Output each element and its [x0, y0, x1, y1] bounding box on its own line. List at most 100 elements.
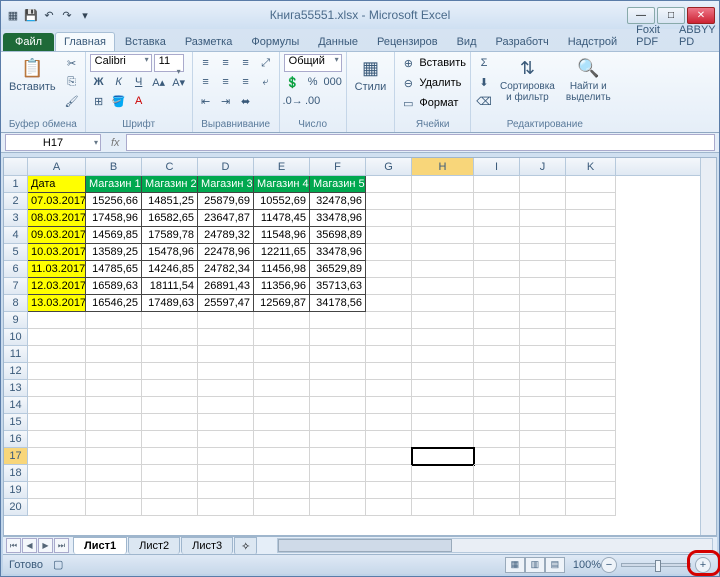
cell-C3[interactable]: 16582,65	[142, 210, 198, 227]
cell-I20[interactable]	[474, 499, 520, 516]
cell-B12[interactable]	[86, 363, 142, 380]
cell-G10[interactable]	[366, 329, 412, 346]
cell-F15[interactable]	[310, 414, 366, 431]
cell-E9[interactable]	[254, 312, 310, 329]
cell-C10[interactable]	[142, 329, 198, 346]
cell-G15[interactable]	[366, 414, 412, 431]
cell-J9[interactable]	[520, 312, 566, 329]
cell-F9[interactable]	[310, 312, 366, 329]
fill-icon[interactable]: ⬇	[475, 73, 493, 91]
cell-F2[interactable]: 32478,96	[310, 193, 366, 210]
format-painter-icon[interactable]: 🖌	[63, 92, 81, 110]
cell-B10[interactable]	[86, 329, 142, 346]
row-header[interactable]: 17	[4, 448, 28, 465]
cell-J4[interactable]	[520, 227, 566, 244]
tab-formulas[interactable]: Формулы	[242, 32, 308, 51]
cell-F5[interactable]: 33478,96	[310, 244, 366, 261]
cell-F16[interactable]	[310, 431, 366, 448]
cell-F13[interactable]	[310, 380, 366, 397]
cell-J19[interactable]	[520, 482, 566, 499]
cell-C5[interactable]: 15478,96	[142, 244, 198, 261]
align-mid-icon[interactable]: ≡	[217, 54, 235, 72]
cell-H2[interactable]	[412, 193, 474, 210]
cell-J16[interactable]	[520, 431, 566, 448]
cell-C20[interactable]	[142, 499, 198, 516]
cell-H13[interactable]	[412, 380, 474, 397]
sheet-tab-2[interactable]: Лист2	[128, 537, 180, 554]
cell-C13[interactable]	[142, 380, 198, 397]
col-header-J[interactable]: J	[520, 158, 566, 175]
cell-K12[interactable]	[566, 363, 616, 380]
cell-D14[interactable]	[198, 397, 254, 414]
tab-data[interactable]: Данные	[309, 32, 367, 51]
cell-I2[interactable]	[474, 193, 520, 210]
cell-K9[interactable]	[566, 312, 616, 329]
cell-H3[interactable]	[412, 210, 474, 227]
sort-filter-button[interactable]: ⇅ Сортировка и фильтр	[496, 54, 559, 105]
cell-A3[interactable]: 08.03.2017	[28, 210, 86, 227]
sheet-nav-next[interactable]: ▶	[38, 538, 53, 553]
cell-A11[interactable]	[28, 346, 86, 363]
cell-B3[interactable]: 17458,96	[86, 210, 142, 227]
cell-J5[interactable]	[520, 244, 566, 261]
row-header[interactable]: 19	[4, 482, 28, 499]
find-select-button[interactable]: 🔍 Найти и выделить	[562, 54, 615, 105]
cell-B8[interactable]: 16546,25	[86, 295, 142, 312]
indent-dec-icon[interactable]: ⇤	[197, 92, 215, 110]
cell-B19[interactable]	[86, 482, 142, 499]
row-header[interactable]: 11	[4, 346, 28, 363]
cell-C8[interactable]: 17489,63	[142, 295, 198, 312]
row-header[interactable]: 6	[4, 261, 28, 278]
cell-G7[interactable]	[366, 278, 412, 295]
row-header[interactable]: 9	[4, 312, 28, 329]
cell-A18[interactable]	[28, 465, 86, 482]
cell-G16[interactable]	[366, 431, 412, 448]
cell-C19[interactable]	[142, 482, 198, 499]
grid-body[interactable]: 1ДатаМагазин 1Магазин 2Магазин 3Магазин …	[4, 176, 716, 535]
sheet-tab-1[interactable]: Лист1	[73, 537, 127, 554]
cell-G5[interactable]	[366, 244, 412, 261]
tab-home[interactable]: Главная	[55, 32, 115, 51]
styles-button[interactable]: ▦ Стили	[351, 54, 391, 95]
cell-D5[interactable]: 22478,96	[198, 244, 254, 261]
cell-D2[interactable]: 25879,69	[198, 193, 254, 210]
cell-D12[interactable]	[198, 363, 254, 380]
cell-B9[interactable]	[86, 312, 142, 329]
cell-E18[interactable]	[254, 465, 310, 482]
cell-H6[interactable]	[412, 261, 474, 278]
cell-D13[interactable]	[198, 380, 254, 397]
col-header-G[interactable]: G	[366, 158, 412, 175]
cell-J20[interactable]	[520, 499, 566, 516]
cell-I16[interactable]	[474, 431, 520, 448]
cell-K20[interactable]	[566, 499, 616, 516]
cell-J3[interactable]	[520, 210, 566, 227]
cell-F8[interactable]: 34178,56	[310, 295, 366, 312]
align-top-icon[interactable]: ≡	[197, 54, 215, 72]
cell-F17[interactable]	[310, 448, 366, 465]
cell-F4[interactable]: 35698,89	[310, 227, 366, 244]
cell-G20[interactable]	[366, 499, 412, 516]
select-all-corner[interactable]	[4, 158, 28, 175]
sheet-tab-3[interactable]: Лист3	[181, 537, 233, 554]
cell-K1[interactable]	[566, 176, 616, 193]
cell-C16[interactable]	[142, 431, 198, 448]
cell-B1[interactable]: Магазин 1	[86, 176, 142, 193]
borders-icon[interactable]: ⊞	[90, 92, 108, 110]
cell-B4[interactable]: 14569,85	[86, 227, 142, 244]
cell-D10[interactable]	[198, 329, 254, 346]
row-header[interactable]: 13	[4, 380, 28, 397]
autosum-icon[interactable]: Σ	[475, 54, 493, 72]
cell-I15[interactable]	[474, 414, 520, 431]
redo-icon[interactable]: ↷	[59, 7, 75, 23]
cell-I18[interactable]	[474, 465, 520, 482]
format-cells-button[interactable]: ▭Формат	[399, 94, 466, 112]
cell-B2[interactable]: 15256,66	[86, 193, 142, 210]
tab-abbyy[interactable]: ABBYY PD	[670, 20, 720, 51]
cell-D18[interactable]	[198, 465, 254, 482]
font-name-select[interactable]: Calibri	[90, 54, 152, 72]
cell-E13[interactable]	[254, 380, 310, 397]
sheet-nav-prev[interactable]: ◀	[22, 538, 37, 553]
row-header[interactable]: 8	[4, 295, 28, 312]
cell-K10[interactable]	[566, 329, 616, 346]
paste-button[interactable]: 📋 Вставить	[5, 54, 60, 95]
